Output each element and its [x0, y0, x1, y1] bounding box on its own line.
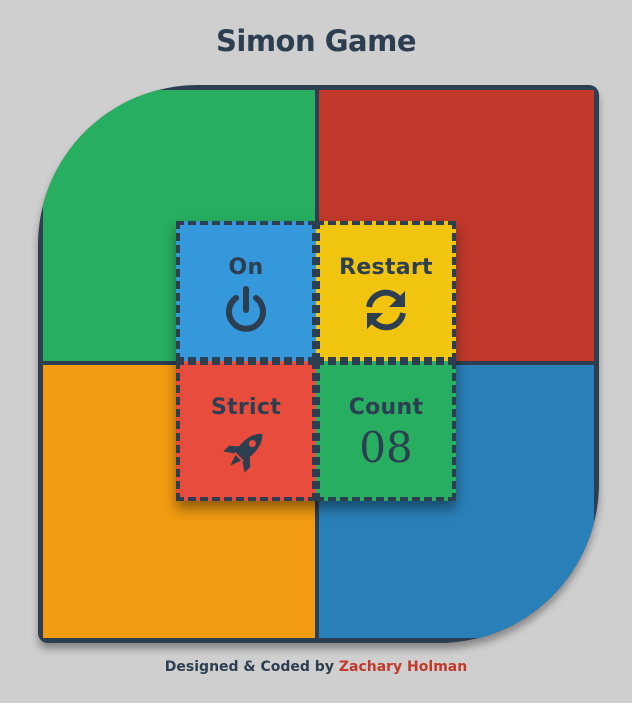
refresh-icon: [366, 289, 406, 331]
power-icon: [226, 286, 266, 332]
restart-button[interactable]: Restart: [316, 221, 456, 361]
on-button[interactable]: On: [176, 221, 316, 361]
footer-credit: Designed & Coded by Zachary Holman: [0, 659, 632, 675]
author-link[interactable]: Zachary Holman: [339, 659, 467, 675]
restart-label: Restart: [339, 255, 433, 280]
on-label: On: [228, 255, 264, 280]
rocket-icon: [223, 433, 263, 473]
page-title: Simon Game: [216, 24, 416, 58]
count-label: Count: [348, 395, 424, 420]
strict-button[interactable]: Strict: [176, 361, 316, 501]
footer-prefix: Designed & Coded by: [164, 659, 334, 675]
control-panel: On Restart Strict Count 08: [176, 221, 456, 501]
strict-label: Strict: [210, 395, 282, 420]
count-panel: Count 08: [316, 361, 456, 501]
count-display: 08: [359, 423, 413, 472]
